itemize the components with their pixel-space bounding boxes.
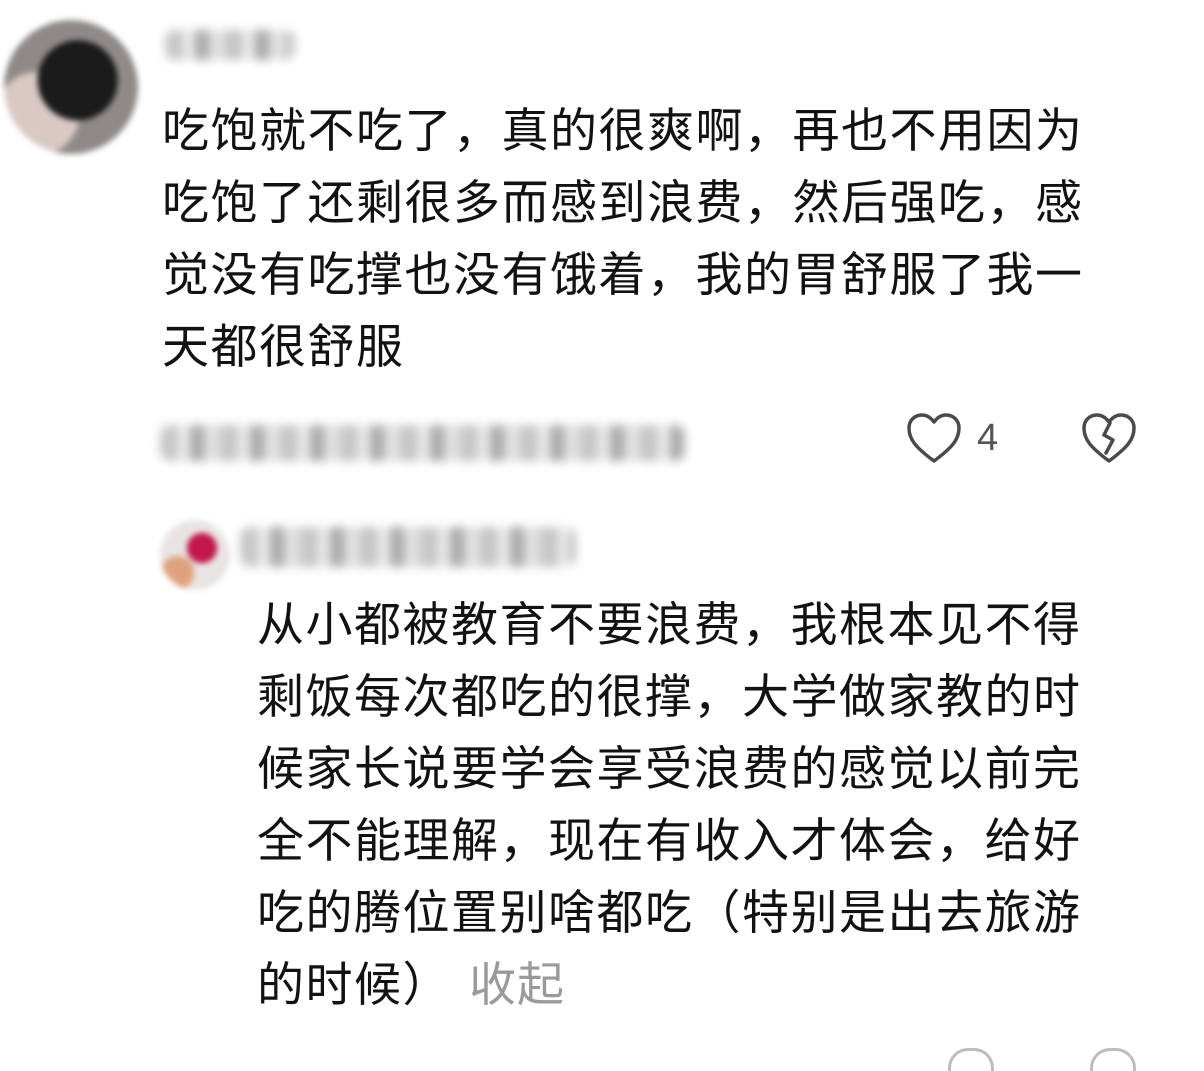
- username-blurred[interactable]: [165, 30, 295, 60]
- reply-username-blurred[interactable]: [240, 527, 575, 567]
- broken-heart-icon[interactable]: [1080, 410, 1138, 466]
- reply-text: 从小都被教育不要浪费，我根本见不得 剩饭每次都吃的很撑，大学做家教的时 候家长说…: [257, 598, 1082, 1013]
- comment-meta-blurred: [160, 425, 685, 461]
- like-button[interactable]: 4: [905, 410, 998, 466]
- reply-text-block: 从小都被教育不要浪费，我根本见不得 剩饭每次都吃的很撑，大学做家教的时 候家长说…: [257, 590, 1157, 1022]
- reply-avatar[interactable]: [160, 520, 230, 590]
- comment-text: 吃饱就不吃了，真的很爽啊，再也不用因为 吃饱了还剩很多而感到浪费，然后强吃，感 …: [162, 104, 1084, 375]
- collapse-link[interactable]: 收起: [469, 958, 565, 1013]
- avatar[interactable]: [4, 20, 138, 154]
- like-count: 4: [977, 416, 999, 459]
- heart-outline-icon: [907, 413, 961, 463]
